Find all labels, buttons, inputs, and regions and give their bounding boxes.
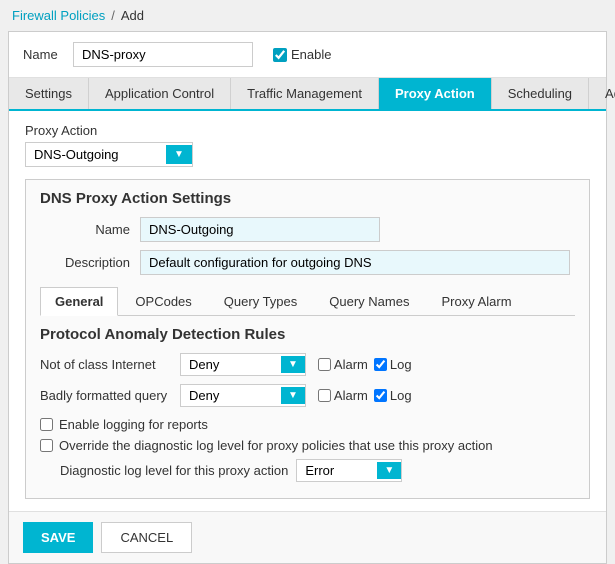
dns-settings-panel: DNS Proxy Action Settings Name Descripti… xyxy=(25,179,590,499)
protocol-section-title: Protocol Anomaly Detection Rules xyxy=(40,326,575,343)
enable-logging-label: Enable logging for reports xyxy=(59,417,208,432)
proxy-action-select[interactable]: DNS-Outgoing DNS-Incoming xyxy=(26,143,166,166)
dns-desc-input[interactable] xyxy=(140,250,570,275)
log-checkbox-2[interactable] xyxy=(374,389,387,402)
proxy-action-select-wrapper: DNS-Outgoing DNS-Incoming ▼ xyxy=(25,142,193,167)
tab-settings[interactable]: Settings xyxy=(9,78,89,109)
breadcrumb-current: Add xyxy=(121,8,144,23)
proxy-action-dropdown-arrow[interactable]: ▼ xyxy=(166,145,192,164)
log-text-1: Log xyxy=(390,357,412,372)
inner-tab-general[interactable]: General xyxy=(40,287,118,316)
anomaly-row-1: Not of class Internet Deny Allow Block ▼… xyxy=(40,353,575,376)
save-button[interactable]: SAVE xyxy=(23,522,93,553)
breadcrumb: Firewall Policies / Add xyxy=(0,0,615,31)
alarm-label-1[interactable]: Alarm xyxy=(318,357,368,372)
alarm-log-group-2: Alarm Log xyxy=(318,388,412,403)
dns-desc-row: Description xyxy=(40,250,575,275)
dns-name-input[interactable] xyxy=(140,217,380,242)
diag-select-arrow[interactable]: ▼ xyxy=(377,462,401,479)
diag-select-wrapper: Error Warning Information Debug ▼ xyxy=(296,459,402,482)
bottom-buttons: SAVE CANCEL xyxy=(9,511,606,563)
breadcrumb-link[interactable]: Firewall Policies xyxy=(12,8,105,23)
enable-logging-row: Enable logging for reports xyxy=(40,417,575,432)
diag-level-row: Diagnostic log level for this proxy acti… xyxy=(60,459,575,482)
alarm-label-2[interactable]: Alarm xyxy=(318,388,368,403)
anomaly-select-1[interactable]: Deny Allow Block xyxy=(181,354,281,375)
alarm-text-2: Alarm xyxy=(334,388,368,403)
log-text-2: Log xyxy=(390,388,412,403)
checkbox-section: Enable logging for reports Override the … xyxy=(40,417,575,482)
log-label-1[interactable]: Log xyxy=(374,357,412,372)
dns-name-row: Name xyxy=(40,217,575,242)
inner-tab-proxy-alarm[interactable]: Proxy Alarm xyxy=(426,287,526,315)
page-container: Firewall Policies / Add Name Enable Sett… xyxy=(0,0,615,551)
proxy-action-label: Proxy Action xyxy=(25,123,590,138)
anomaly-select-arrow-1[interactable]: ▼ xyxy=(281,356,305,373)
proxy-action-section: Proxy Action DNS-Outgoing DNS-Incoming ▼ xyxy=(25,123,590,167)
dns-name-label: Name xyxy=(40,222,130,237)
anomaly-select-2[interactable]: Deny Allow Block xyxy=(181,385,281,406)
enable-logging-checkbox[interactable] xyxy=(40,418,53,431)
main-tabs: Settings Application Control Traffic Man… xyxy=(9,78,606,111)
anomaly-select-wrapper-1: Deny Allow Block ▼ xyxy=(180,353,306,376)
override-diag-row: Override the diagnostic log level for pr… xyxy=(40,438,575,453)
tab-traffic-management[interactable]: Traffic Management xyxy=(231,78,379,109)
tab-application-control[interactable]: Application Control xyxy=(89,78,231,109)
alarm-checkbox-2[interactable] xyxy=(318,389,331,402)
anomaly-select-arrow-2[interactable]: ▼ xyxy=(281,387,305,404)
log-label-2[interactable]: Log xyxy=(374,388,412,403)
override-diag-checkbox[interactable] xyxy=(40,439,53,452)
dns-settings-title: DNS Proxy Action Settings xyxy=(40,190,575,207)
name-row: Name Enable xyxy=(9,32,606,78)
diag-level-label: Diagnostic log level for this proxy acti… xyxy=(60,463,288,478)
main-content: Name Enable Settings Application Control… xyxy=(8,31,607,564)
anomaly-select-wrapper-2: Deny Allow Block ▼ xyxy=(180,384,306,407)
anomaly-row-2: Badly formatted query Deny Allow Block ▼… xyxy=(40,384,575,407)
inner-tab-opcodes[interactable]: OPCodes xyxy=(120,287,206,315)
inner-tab-query-types[interactable]: Query Types xyxy=(209,287,312,315)
inner-tabs: General OPCodes Query Types Query Names … xyxy=(40,287,575,316)
alarm-log-group-1: Alarm Log xyxy=(318,357,412,372)
tab-proxy-action[interactable]: Proxy Action xyxy=(379,78,492,109)
form-body: Proxy Action DNS-Outgoing DNS-Incoming ▼… xyxy=(9,111,606,511)
tab-scheduling[interactable]: Scheduling xyxy=(492,78,589,109)
inner-tab-query-names[interactable]: Query Names xyxy=(314,287,424,315)
enable-label: Enable xyxy=(291,47,331,62)
diag-select[interactable]: Error Warning Information Debug xyxy=(297,460,377,481)
override-diag-label: Override the diagnostic log level for pr… xyxy=(59,438,493,453)
alarm-checkbox-1[interactable] xyxy=(318,358,331,371)
cancel-button[interactable]: CANCEL xyxy=(101,522,192,553)
breadcrumb-separator: / xyxy=(111,8,115,23)
name-input[interactable] xyxy=(73,42,253,67)
tab-advanced[interactable]: Advanced xyxy=(589,78,615,109)
dns-desc-label: Description xyxy=(40,255,130,270)
log-checkbox-1[interactable] xyxy=(374,358,387,371)
name-label: Name xyxy=(23,47,63,62)
anomaly-label-1: Not of class Internet xyxy=(40,357,180,372)
enable-group: Enable xyxy=(273,47,331,62)
anomaly-label-2: Badly formatted query xyxy=(40,388,180,403)
enable-checkbox[interactable] xyxy=(273,48,287,62)
alarm-text-1: Alarm xyxy=(334,357,368,372)
